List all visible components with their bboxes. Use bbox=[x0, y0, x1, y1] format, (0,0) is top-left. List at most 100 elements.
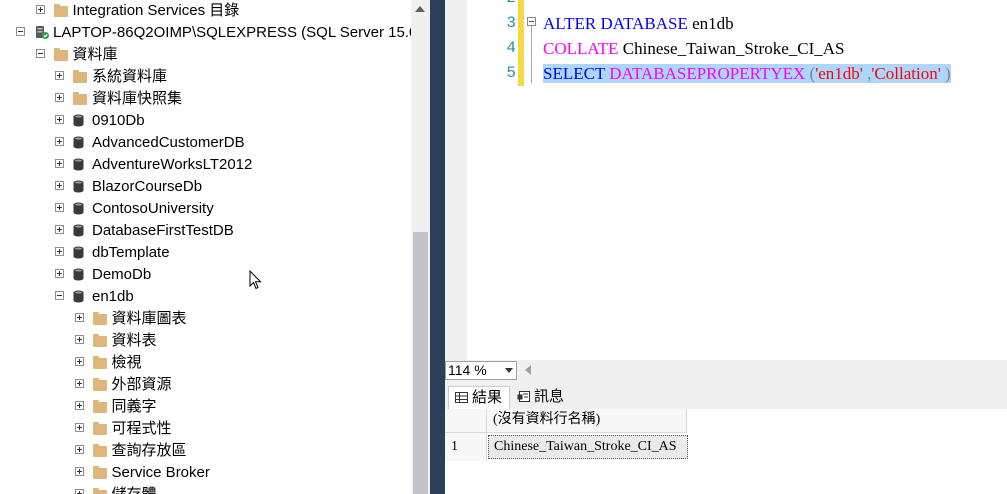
expand-plus-icon[interactable] bbox=[74, 335, 84, 344]
panel-splitter[interactable] bbox=[430, 0, 445, 494]
tree-node[interactable]: 資料庫 bbox=[0, 44, 411, 66]
tree-node-label: 資料表 bbox=[111, 332, 157, 349]
tree-node-label: BlazorCourseDb bbox=[92, 178, 203, 195]
expand-plus-icon[interactable] bbox=[55, 181, 64, 190]
expand-plus-icon[interactable] bbox=[74, 401, 84, 410]
result-cell[interactable]: Chinese_Taiwan_Stroke_CI_AS bbox=[488, 435, 688, 459]
expand-plus-icon[interactable] bbox=[55, 159, 64, 168]
database-name: en1db bbox=[687, 14, 734, 33]
tree-node[interactable]: dbTemplate bbox=[0, 242, 411, 264]
tree-node[interactable]: 資料表 bbox=[0, 330, 411, 352]
expand-plus-icon[interactable] bbox=[74, 379, 84, 388]
expand-plus-icon[interactable] bbox=[55, 71, 64, 80]
tree-node[interactable]: Service Broker bbox=[0, 462, 411, 484]
server-icon bbox=[34, 24, 50, 40]
tree-node[interactable]: 儲存體 bbox=[0, 484, 411, 494]
tab-messages-label: 訊息 bbox=[534, 388, 565, 405]
expand-plus-icon[interactable] bbox=[74, 489, 84, 494]
tree-node[interactable]: en1db bbox=[0, 286, 411, 308]
tree-node[interactable]: 同義字 bbox=[0, 396, 411, 418]
row-number[interactable]: 1 bbox=[445, 433, 487, 461]
tree-node-label: AdventureWorksLT2012 bbox=[92, 156, 253, 173]
tree-node[interactable]: 0910Db bbox=[0, 110, 411, 132]
tree-node[interactable]: AdvancedCustomerDB bbox=[0, 132, 411, 154]
tree-node[interactable]: BlazorCourseDb bbox=[0, 176, 411, 198]
folder-icon bbox=[92, 312, 107, 325]
tree-node[interactable]: DatabaseFirstTestDB bbox=[0, 220, 411, 242]
database-icon bbox=[73, 114, 84, 127]
tree-node-label: AdvancedCustomerDB bbox=[92, 134, 245, 151]
tree-node-label: DatabaseFirstTestDB bbox=[92, 222, 234, 239]
code-line-5[interactable]: SELECT DATABASEPROPERTYEX ('en1db' ,'Col… bbox=[543, 61, 951, 86]
database-icon bbox=[73, 246, 84, 259]
tab-messages[interactable]: 訊息 bbox=[511, 386, 571, 409]
tree-node[interactable]: 可程式性 bbox=[0, 418, 411, 440]
tree-node-label: DemoDb bbox=[92, 266, 152, 283]
expand-plus-icon[interactable] bbox=[55, 203, 64, 212]
tab-results[interactable]: 結果 bbox=[448, 386, 510, 409]
tree-node[interactable]: 資料庫圖表 bbox=[0, 308, 411, 330]
scrollbar-thumb[interactable] bbox=[413, 232, 428, 494]
result-tabs: 結果 訊息 bbox=[445, 381, 1007, 410]
keyword-select: SELECT bbox=[543, 64, 606, 83]
open-paren: ( bbox=[805, 64, 816, 83]
tree-node[interactable]: 系統資料庫 bbox=[0, 66, 411, 88]
mouse-pointer-icon bbox=[249, 270, 262, 290]
expand-plus-icon[interactable] bbox=[74, 445, 84, 454]
chevron-down-icon[interactable] bbox=[505, 368, 513, 373]
expand-plus-icon[interactable] bbox=[55, 225, 64, 234]
folder-icon bbox=[92, 488, 107, 494]
query-editor[interactable]: 2 3 4 5 ALTER DATABASE en1db COLLATE Chi… bbox=[445, 0, 1007, 360]
expand-plus-icon[interactable] bbox=[74, 357, 84, 366]
expand-plus-icon[interactable] bbox=[74, 313, 84, 322]
collapse-minus-icon[interactable] bbox=[55, 291, 64, 300]
line-number: 5 bbox=[506, 64, 516, 82]
tree-node[interactable]: 外部資源 bbox=[0, 374, 411, 396]
collapse-region-icon[interactable] bbox=[527, 17, 536, 26]
fold-guide-line bbox=[531, 26, 532, 83]
code-line-4[interactable]: COLLATE Chinese_Taiwan_Stroke_CI_AS bbox=[543, 36, 844, 61]
zoom-dropdown[interactable]: 114 % bbox=[445, 361, 517, 380]
tree-node[interactable]: 資料庫快照集 bbox=[0, 88, 411, 110]
line-number: 4 bbox=[506, 39, 516, 57]
keyword-collate: COLLATE bbox=[543, 39, 619, 58]
tree-node-label: 儲存體 bbox=[112, 485, 157, 494]
object-explorer: Integration Services 目錄 LAPTOP-86Q2OIMP\S… bbox=[0, 0, 411, 494]
tree-node-label: 資料庫圖表 bbox=[111, 310, 187, 327]
expand-plus-icon[interactable] bbox=[74, 423, 84, 432]
scroll-up-arrow-icon[interactable] bbox=[415, 6, 425, 12]
expand-plus-icon[interactable] bbox=[55, 269, 64, 278]
database-icon bbox=[73, 202, 84, 215]
tree-node[interactable]: DemoDb bbox=[0, 264, 411, 286]
tree-node[interactable]: LAPTOP-86Q2OIMP\SQLEXPRESS (SQL Server 1… bbox=[0, 22, 411, 44]
line-change-marker bbox=[518, 36, 524, 61]
tree-node[interactable]: 查詢存放區 bbox=[0, 440, 411, 462]
code-line-3[interactable]: ALTER DATABASE en1db bbox=[543, 11, 734, 36]
expand-plus-icon[interactable] bbox=[55, 115, 64, 124]
scroll-left-arrow-icon[interactable] bbox=[525, 365, 531, 375]
tree-node[interactable]: Integration Services 目錄 bbox=[0, 0, 411, 22]
database-icon bbox=[73, 290, 84, 303]
expand-plus-icon[interactable] bbox=[55, 247, 64, 256]
tree-node-label: 檢視 bbox=[111, 354, 142, 371]
results-grid[interactable]: (沒有資料行名稱) 1 Chinese_Taiwan_Stroke_CI_AS bbox=[445, 409, 1007, 494]
column-header[interactable]: (沒有資料行名稱) bbox=[487, 409, 687, 433]
folder-icon bbox=[92, 466, 107, 479]
grid-corner[interactable] bbox=[445, 409, 487, 433]
tree-node-label: 0910Db bbox=[92, 112, 145, 129]
expand-plus-icon[interactable] bbox=[55, 93, 64, 102]
expand-plus-icon[interactable] bbox=[35, 5, 45, 14]
expand-plus-icon[interactable] bbox=[74, 467, 84, 476]
tree-node[interactable]: AdventureWorksLT2012 bbox=[0, 154, 411, 176]
tree-node[interactable]: ContosoUniversity bbox=[0, 198, 411, 220]
folder-icon bbox=[92, 400, 107, 413]
folder-icon bbox=[92, 334, 107, 347]
object-explorer-scrollbar[interactable] bbox=[411, 0, 430, 494]
collapse-minus-icon[interactable] bbox=[16, 27, 25, 36]
tree-node-label: 資料庫快照集 bbox=[92, 90, 183, 107]
collapse-minus-icon[interactable] bbox=[35, 49, 45, 58]
line-number: 3 bbox=[506, 14, 516, 32]
collation-value: Chinese_Taiwan_Stroke_CI_AS bbox=[618, 39, 845, 58]
tree-node[interactable]: 檢視 bbox=[0, 352, 411, 374]
expand-plus-icon[interactable] bbox=[55, 137, 64, 146]
